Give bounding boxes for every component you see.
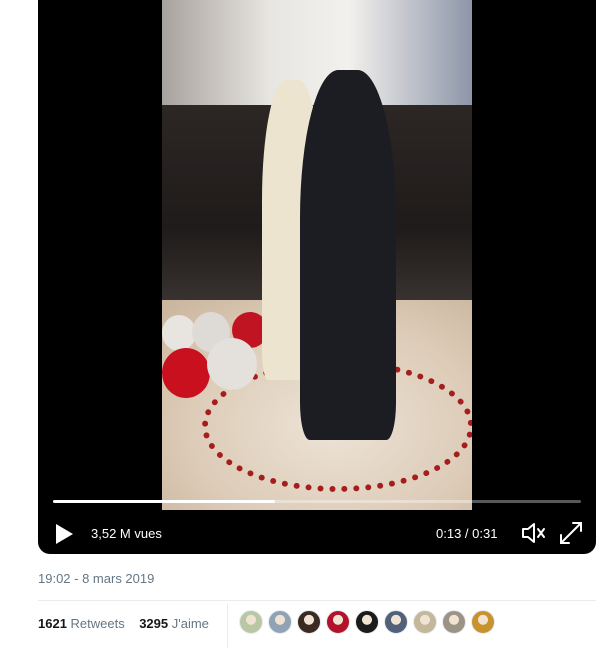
video-frame[interactable] <box>162 0 472 510</box>
liker-avatar[interactable] <box>268 610 292 634</box>
likes-count: 3295 <box>139 616 169 631</box>
likes-link[interactable]: 3295 J'aime <box>139 616 209 631</box>
balloon <box>162 348 210 398</box>
video-progress-fill <box>53 500 275 503</box>
liker-avatar[interactable] <box>326 610 350 634</box>
balloon <box>207 338 257 390</box>
liker-avatar[interactable] <box>297 610 321 634</box>
volume-button[interactable] <box>520 520 548 546</box>
liker-avatar[interactable] <box>384 610 408 634</box>
time-separator: / <box>461 526 473 541</box>
video-progress-bar[interactable] <box>53 500 581 503</box>
liker-avatar[interactable] <box>442 610 466 634</box>
view-count: 3,52 M vues <box>91 526 162 541</box>
current-time: 0:13 <box>436 526 462 541</box>
retweets-count: 1621 <box>38 616 67 631</box>
liker-avatar[interactable] <box>471 610 495 634</box>
likers-avatar-list <box>239 610 500 634</box>
playback-time: 0:13 / 0:31 <box>436 526 497 541</box>
divider <box>38 600 596 601</box>
duration: 0:31 <box>472 526 498 541</box>
likes-label: J'aime <box>171 616 209 631</box>
video-player[interactable]: 3,52 M vues 0:13 / 0:31 <box>38 0 596 554</box>
liker-avatar[interactable] <box>413 610 437 634</box>
tweet-stats: 1621 Retweets 3295 J'aime <box>38 616 209 631</box>
expand-icon <box>560 522 582 544</box>
play-icon <box>56 524 73 544</box>
stats-divider <box>227 604 228 648</box>
balloon <box>162 315 196 351</box>
fullscreen-button[interactable] <box>558 520 584 546</box>
liker-avatar[interactable] <box>239 610 263 634</box>
retweets-link[interactable]: 1621 Retweets <box>38 616 125 631</box>
volume-muted-icon <box>522 523 545 543</box>
retweets-label: Retweets <box>70 616 125 631</box>
man-figure <box>300 70 396 440</box>
play-button[interactable] <box>52 521 78 547</box>
tweet-timestamp[interactable]: 19:02 - 8 mars 2019 <box>38 571 154 586</box>
liker-avatar[interactable] <box>355 610 379 634</box>
